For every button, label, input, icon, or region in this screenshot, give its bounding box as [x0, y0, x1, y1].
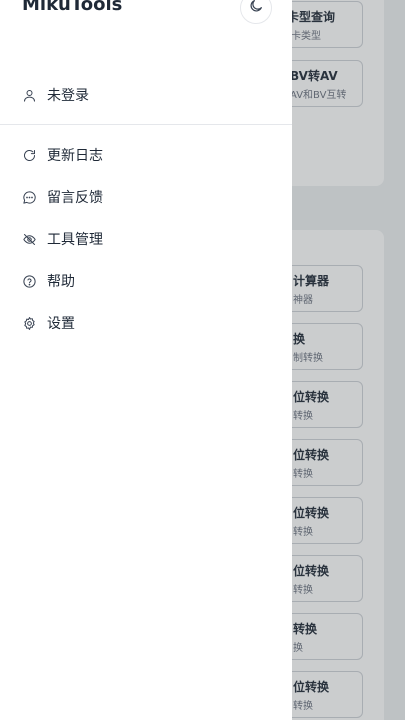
theme-toggle-button[interactable]: [240, 0, 272, 24]
app-title: MikuTools: [22, 0, 123, 15]
login-label: 未登录: [47, 88, 89, 104]
menu-item-label: 留言反馈: [47, 190, 103, 206]
user-icon: [22, 88, 37, 103]
login-item[interactable]: 未登录: [22, 83, 89, 107]
side-drawer: MikuTools 未登录 更新日志 留言反馈 工具管理 帮助 设置: [0, 0, 292, 720]
menu-item-settings[interactable]: 设置: [22, 311, 75, 335]
menu-item-changelog[interactable]: 更新日志: [22, 143, 103, 167]
eye-off-icon: [22, 232, 37, 247]
menu-item-label: 帮助: [47, 274, 75, 290]
drawer-divider: [0, 124, 292, 125]
menu-item-label: 更新日志: [47, 148, 103, 164]
moon-icon: [248, 0, 264, 18]
menu-item-label: 设置: [47, 316, 75, 332]
menu-item-label: 工具管理: [47, 232, 103, 248]
refresh-icon: [22, 148, 37, 163]
menu-item-tool-management[interactable]: 工具管理: [22, 227, 103, 251]
menu-item-help[interactable]: 帮助: [22, 269, 75, 293]
menu-item-feedback[interactable]: 留言反馈: [22, 185, 103, 209]
chat-icon: [22, 190, 37, 205]
gear-icon: [22, 316, 37, 331]
help-icon: [22, 274, 37, 289]
